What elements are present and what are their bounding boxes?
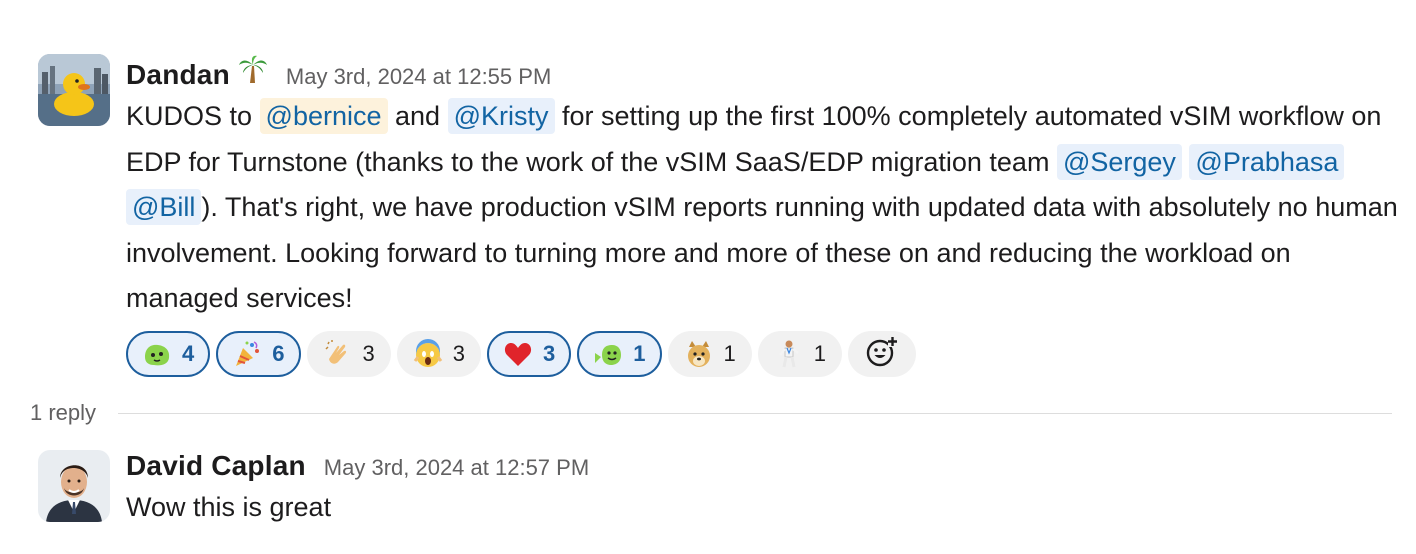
reaction-count: 6 bbox=[272, 340, 285, 366]
avatar-dandan[interactable] bbox=[38, 54, 110, 126]
message-timestamp[interactable]: May 3rd, 2024 at 12:55 PM bbox=[286, 64, 551, 90]
reaction-blob-wave[interactable]: 1 bbox=[577, 330, 662, 377]
reaction-red-heart[interactable]: 3 bbox=[487, 330, 572, 377]
mention-prabhasa[interactable]: @Prabhasa bbox=[1189, 143, 1345, 180]
reaction-count: 3 bbox=[543, 340, 556, 366]
add-reaction-icon bbox=[865, 334, 899, 373]
message-content: Dandan May 3rd, 2024 at 12:55 PM KUDOS t… bbox=[126, 54, 1398, 377]
reaction-count: 1 bbox=[723, 340, 736, 366]
mention-bernice[interactable]: @bernice bbox=[259, 98, 388, 134]
avatar-david-caplan[interactable] bbox=[38, 450, 110, 522]
party-popper-icon bbox=[232, 339, 262, 369]
author-name[interactable]: Dandan bbox=[126, 59, 230, 91]
mention-bill[interactable]: @Bill bbox=[126, 189, 202, 225]
blob-wave-icon bbox=[593, 339, 623, 369]
message-text: KUDOS to @bernice and @Kristy for settin… bbox=[126, 94, 1401, 322]
divider-line bbox=[118, 412, 1392, 414]
screaming-face-icon bbox=[413, 338, 443, 369]
message-header: Dandan May 3rd, 2024 at 12:55 PM bbox=[126, 54, 1396, 91]
reply-content: David Caplan May 3rd, 2024 at 12:57 PM W… bbox=[126, 450, 1396, 523]
reactions-bar: 4 6 3 3 3 1 1 1 bbox=[126, 330, 1396, 377]
add-reaction-button[interactable] bbox=[848, 330, 916, 377]
party-blob-icon bbox=[142, 339, 172, 369]
text-segment: ). That's right, we have production vSIM… bbox=[126, 192, 1398, 313]
red-heart-icon bbox=[503, 339, 533, 369]
reply-timestamp[interactable]: May 3rd, 2024 at 12:57 PM bbox=[324, 455, 589, 481]
reply-divider: 1 reply bbox=[30, 398, 1392, 428]
reaction-count: 1 bbox=[633, 340, 646, 366]
reaction-party-blob[interactable]: 4 bbox=[126, 330, 211, 377]
mention-sergey[interactable]: @Sergey bbox=[1056, 143, 1182, 180]
reaction-count: 3 bbox=[362, 340, 375, 366]
reply-text: Wow this is great bbox=[126, 492, 332, 522]
author-name[interactable]: David Caplan bbox=[126, 450, 306, 482]
reaction-count: 4 bbox=[182, 340, 195, 366]
person-dancing-icon bbox=[774, 339, 804, 369]
reaction-screaming-face[interactable]: 3 bbox=[396, 330, 481, 377]
reply-header: David Caplan May 3rd, 2024 at 12:57 PM bbox=[126, 450, 1396, 484]
reaction-person-dancing[interactable]: 1 bbox=[757, 330, 842, 377]
palm-tree-icon bbox=[238, 54, 268, 84]
reaction-count: 1 bbox=[813, 340, 826, 366]
mention-kristy[interactable]: @Kristy bbox=[447, 98, 555, 134]
reaction-clapping-hands[interactable]: 3 bbox=[306, 330, 391, 377]
reply-count[interactable]: 1 reply bbox=[30, 400, 96, 426]
clapping-hands-icon bbox=[323, 339, 353, 369]
doge-icon bbox=[684, 339, 714, 369]
reaction-party-popper[interactable]: 6 bbox=[216, 330, 301, 377]
reaction-count: 3 bbox=[452, 340, 465, 366]
text-segment: KUDOS to bbox=[126, 101, 260, 131]
reaction-doge[interactable]: 1 bbox=[667, 330, 752, 377]
text-segment: and bbox=[387, 101, 448, 131]
